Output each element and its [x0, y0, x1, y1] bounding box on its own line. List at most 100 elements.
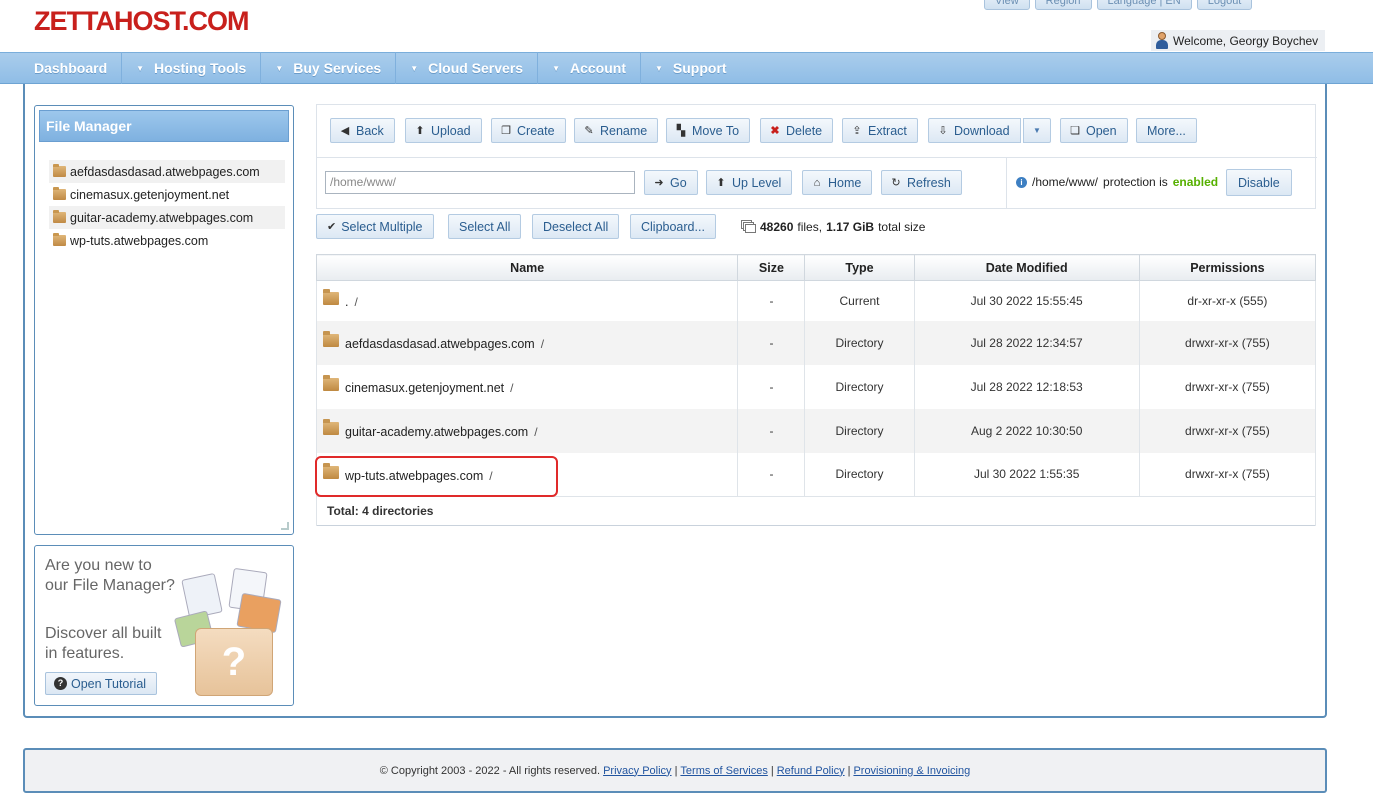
folder-icon — [53, 233, 66, 246]
select-all-button[interactable]: Select All — [448, 214, 522, 239]
user-icon — [1155, 32, 1169, 49]
folder-icon — [323, 419, 339, 435]
extract-button[interactable]: ⇪ Extract — [842, 118, 918, 143]
folder-icon — [323, 331, 339, 347]
files-stack-icon — [741, 220, 756, 233]
table-row[interactable]: cinemasux.getenjoyment.net / - Directory … — [315, 364, 1317, 409]
more-button[interactable]: More... — [1136, 118, 1197, 143]
back-button[interactable]: ◀ Back — [330, 118, 395, 143]
logout-button[interactable]: Logout — [1196, 0, 1253, 10]
up-level-button[interactable]: ⬆ Up Level — [706, 170, 793, 195]
tree-item[interactable]: cinemasux.getenjoyment.net — [49, 183, 285, 206]
folder-icon — [53, 187, 66, 200]
nav-buy-services[interactable]: ▼ Buy Services — [261, 52, 397, 84]
folder-icon — [53, 164, 66, 177]
folder-icon — [53, 210, 66, 223]
nav-dashboard[interactable]: Dashboard — [0, 52, 123, 84]
info-icon: i — [1016, 176, 1027, 188]
main-nav: Dashboard ▼ Hosting Tools ▼ Buy Services ▼… — [0, 52, 1373, 84]
col-permissions[interactable]: Permissions — [1138, 254, 1317, 281]
col-name[interactable]: Name — [315, 254, 739, 281]
go-button[interactable]: ➜ Go — [644, 170, 698, 195]
file-manager-title: File Manager — [39, 110, 289, 142]
checkmark-icon: ✔ — [327, 221, 337, 233]
table-row[interactable]: guitar-academy.atwebpages.com / - Directo… — [315, 408, 1317, 453]
col-type[interactable]: Type — [804, 254, 915, 281]
open-button[interactable]: ❏ Open — [1060, 118, 1128, 143]
move-icon: ▚ — [676, 125, 686, 137]
extract-icon: ⇪ — [852, 125, 862, 137]
refresh-button[interactable]: ↻ Refresh — [881, 170, 962, 195]
tutorial-description: Discover all built in features. — [45, 625, 162, 662]
delete-x-icon: ✖ — [770, 125, 780, 137]
upload-icon: ⬆ — [415, 125, 425, 137]
refund-policy-link[interactable]: Refund Policy — [777, 765, 845, 777]
clipboard-button[interactable]: Clipboard... — [630, 214, 716, 239]
table-row[interactable]: wp-tuts.atwebpages.com / - Directory Jul … — [315, 452, 1317, 497]
privacy-policy-link[interactable]: Privacy Policy — [603, 765, 671, 777]
caret-down-icon: ▼ — [136, 63, 145, 73]
file-stats: 48260 files, 1.17 GiB total size — [741, 214, 925, 239]
back-arrow-icon: ◀ — [340, 125, 350, 137]
delete-button[interactable]: ✖ Delete — [760, 118, 834, 143]
nav-account[interactable]: ▼ Account — [538, 52, 641, 84]
tutorial-box: Are you new to our File Manager? Discove… — [34, 545, 294, 706]
go-arrow-icon: ➜ — [654, 177, 664, 189]
tutorial-question: Are you new to our File Manager? — [45, 557, 175, 594]
folder-tree: aefdasdasdasad.atwebpages.com cinemasux.… — [39, 160, 289, 252]
rename-pencil-icon: ✎ — [584, 125, 594, 137]
tree-item[interactable]: aefdasdasdasad.atwebpages.com — [49, 160, 285, 183]
upload-button[interactable]: ⬆ Upload — [405, 118, 482, 143]
table-total-row: Total: 4 directories — [316, 496, 1316, 526]
tree-item[interactable]: wp-tuts.atwebpages.com — [49, 229, 285, 252]
footer: © Copyright 2003 - 2022 - All rights res… — [23, 748, 1327, 793]
create-button[interactable]: ❐ Create — [491, 118, 566, 143]
resize-handle[interactable] — [281, 522, 289, 530]
top-buttons: View Region Language | EN Logout — [984, 0, 1253, 10]
download-icon: ⇩ — [938, 125, 948, 137]
move-to-button[interactable]: ▚ Move To — [666, 118, 751, 143]
question-icon: ? — [195, 628, 273, 696]
nav-support[interactable]: ▼ Support — [641, 52, 741, 84]
site-logo[interactable]: ZETTAHOST.COM — [34, 6, 249, 37]
table-row[interactable]: . / - Current Jul 30 2022 15:55:45 dr-xr-… — [315, 280, 1317, 321]
refresh-icon: ↻ — [891, 177, 901, 189]
caret-down-icon: ▼ — [552, 63, 560, 73]
terms-link[interactable]: Terms of Services — [680, 765, 767, 777]
header: ZETTAHOST.COM View Region Language | EN … — [0, 0, 1373, 52]
tree-item[interactable]: guitar-academy.atwebpages.com — [49, 206, 285, 229]
file-table: Name Size Type Date Modified Permissions… — [315, 254, 1317, 526]
nav-cloud-servers[interactable]: ▼ Cloud Servers — [396, 52, 539, 84]
open-tutorial-button[interactable]: ? Open Tutorial — [45, 672, 158, 695]
provisioning-link[interactable]: Provisioning & Invoicing — [853, 765, 970, 777]
caret-down-icon: ▼ — [275, 63, 284, 73]
language-button[interactable]: Language | EN — [1096, 0, 1192, 10]
open-icon: ❏ — [1070, 125, 1080, 137]
folder-icon — [323, 289, 339, 306]
caret-down-icon: ▼ — [410, 63, 419, 73]
region-button[interactable]: Region — [1034, 0, 1092, 10]
create-file-icon: ❐ — [501, 125, 511, 137]
deselect-all-button[interactable]: Deselect All — [532, 214, 620, 239]
select-multiple-button[interactable]: ✔ Select Multiple — [316, 214, 434, 239]
col-size[interactable]: Size — [737, 254, 806, 281]
nav-hosting-tools[interactable]: ▼ Hosting Tools — [122, 52, 262, 84]
home-button[interactable]: ⌂ Home — [802, 170, 873, 195]
file-manager-sidebar: File Manager aefdasdasdasad.atwebpages.c… — [34, 105, 294, 535]
copyright-text: © Copyright 2003 - 2022 - All rights res… — [379, 764, 601, 777]
home-icon: ⌂ — [813, 176, 821, 189]
folder-icon — [323, 462, 339, 479]
rename-button[interactable]: ✎ Rename — [574, 118, 659, 143]
path-input[interactable]: /home/www/ — [325, 171, 635, 194]
view-button[interactable]: View — [984, 0, 1030, 10]
col-date-modified[interactable]: Date Modified — [913, 254, 1140, 281]
disable-protection-button[interactable]: Disable — [1226, 169, 1292, 196]
download-dropdown[interactable]: ▼ — [1023, 118, 1051, 143]
download-button[interactable]: ⇩ Download — [928, 118, 1021, 143]
up-arrow-icon: ⬆ — [716, 177, 726, 189]
help-icon: ? — [54, 677, 67, 690]
table-row[interactable]: aefdasdasdasad.atwebpages.com / - Directo… — [315, 320, 1317, 365]
protection-status: i /home/www/ protection is enabled — [1016, 175, 1218, 189]
welcome-badge: Welcome, Georgy Boychev — [1151, 30, 1325, 51]
folder-icon — [323, 375, 339, 391]
